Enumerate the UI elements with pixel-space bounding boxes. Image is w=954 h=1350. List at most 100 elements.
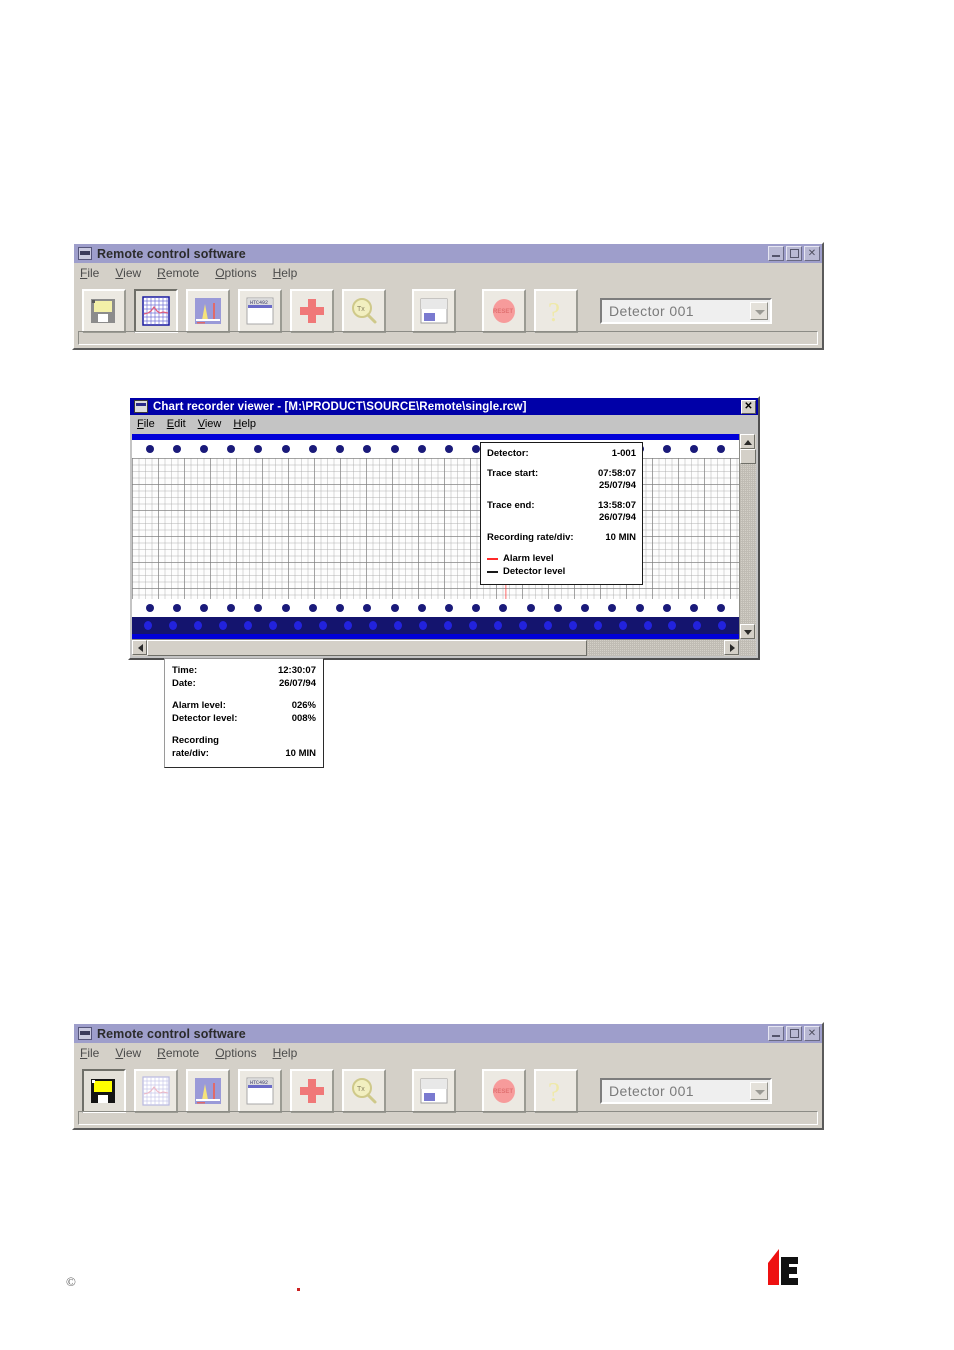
readout-rate-value: 10 MIN: [285, 748, 316, 759]
vertical-scroll-track[interactable]: [740, 449, 756, 624]
legend-spacer: [487, 460, 636, 468]
scroll-right-button[interactable]: [724, 640, 739, 655]
toolbar[interactable]: HTC492 Tx RESET ? Detector 001: [78, 285, 818, 337]
menu-bar[interactable]: File View Remote Options Help: [74, 263, 822, 283]
remote-control-window-bottom[interactable]: Remote control software ✕ File View Remo…: [72, 1022, 824, 1130]
histogram-icon: [195, 298, 221, 324]
detector-select-value: Detector 001: [609, 1083, 694, 1099]
chart-paper[interactable]: Detector: 1-001 Trace start: 07:58:07 25…: [132, 434, 739, 639]
chart-title-bar[interactable]: Chart recorder viewer - [M:\PRODUCT\SOUR…: [130, 398, 758, 415]
floppy-disk-icon: [91, 1079, 115, 1103]
scroll-down-button[interactable]: [740, 624, 755, 639]
chart-recorder-button[interactable]: [134, 289, 178, 333]
feed-hole: [344, 621, 353, 630]
scroll-up-button[interactable]: [740, 434, 755, 449]
legend-trace-start-time: 07:58:07: [597, 468, 636, 479]
magnifier-tx-icon: Tx: [352, 1078, 377, 1104]
chart-feed-band: [132, 617, 739, 634]
menu-item-help[interactable]: Help: [273, 1046, 298, 1060]
detector-select[interactable]: Detector 001: [600, 298, 772, 324]
feed-hole: [144, 621, 153, 630]
reset-button[interactable]: RESET: [482, 1069, 526, 1113]
vertical-scroll-thumb[interactable]: [740, 449, 756, 464]
menu-item-help[interactable]: Help: [273, 266, 298, 280]
menu-item-view[interactable]: View: [198, 418, 222, 430]
sprocket-hole: [662, 604, 671, 612]
sprocket-hole: [281, 445, 290, 453]
transmit-search-button[interactable]: Tx: [342, 289, 386, 333]
reset-button[interactable]: RESET: [482, 289, 526, 333]
detector-color-swatch: [487, 570, 498, 573]
title-bar[interactable]: Remote control software ✕: [74, 1024, 822, 1043]
menu-item-view[interactable]: View: [115, 1046, 141, 1060]
close-button[interactable]: ✕: [804, 246, 820, 261]
event-list-button[interactable]: HTC492: [238, 289, 282, 333]
menu-item-remote[interactable]: Remote: [157, 1046, 199, 1060]
sprocket-hole: [390, 604, 399, 612]
floppy-disk-icon: [91, 299, 115, 323]
feed-hole: [568, 621, 577, 630]
detector-select[interactable]: Detector 001: [600, 1078, 772, 1104]
legend-trace-start-date: 25/07/94: [599, 480, 636, 491]
chart-menu-bar[interactable]: File Edit View Help: [130, 415, 758, 432]
save-button[interactable]: [82, 1069, 126, 1113]
maximize-button[interactable]: [786, 1026, 802, 1041]
readout-spacer: [172, 690, 316, 699]
chart-close-button[interactable]: ✕: [741, 399, 756, 414]
sprocket-hole: [689, 445, 698, 453]
scroll-left-button[interactable]: [132, 640, 147, 655]
window-controls[interactable]: ✕: [768, 246, 820, 261]
window-controls[interactable]: ✕: [768, 1026, 820, 1041]
help-button[interactable]: ?: [534, 289, 578, 333]
histogram-button[interactable]: [186, 289, 230, 333]
chart-grid-icon: [142, 296, 170, 326]
chart-recorder-window[interactable]: Chart recorder viewer - [M:\PRODUCT\SOUR…: [128, 396, 760, 660]
toolbar[interactable]: HTC492 Tx RESET ? Detector 001: [78, 1065, 818, 1117]
panel-button[interactable]: [412, 289, 456, 333]
magnifier-tx-icon: Tx: [352, 298, 377, 324]
maximize-button[interactable]: [786, 246, 802, 261]
minimize-button[interactable]: [768, 1026, 784, 1041]
close-button[interactable]: ✕: [804, 1026, 820, 1041]
event-list-button[interactable]: HTC492: [238, 1069, 282, 1113]
close-icon: ✕: [807, 248, 817, 259]
remote-control-window-top[interactable]: Remote control software ✕ File View Remo…: [72, 242, 824, 350]
feed-hole: [319, 621, 328, 630]
minimize-button[interactable]: [768, 246, 784, 261]
help-button[interactable]: ?: [534, 1069, 578, 1113]
sprocket-hole: [717, 445, 726, 453]
title-bar[interactable]: Remote control software ✕: [74, 244, 822, 263]
menu-item-edit[interactable]: Edit: [167, 418, 186, 430]
readout-detector-row: Detector level: 008%: [172, 712, 316, 725]
horizontal-scrollbar[interactable]: [132, 639, 739, 656]
menu-item-help[interactable]: Help: [233, 418, 256, 430]
sprocket-hole: [363, 445, 372, 453]
menu-item-view[interactable]: View: [115, 266, 141, 280]
chevron-down-icon[interactable]: [750, 302, 768, 320]
question-mark-icon: ?: [548, 297, 560, 326]
feed-hole: [718, 621, 727, 630]
add-detector-button[interactable]: [290, 289, 334, 333]
close-icon: ✕: [744, 400, 753, 412]
menu-item-file[interactable]: File: [137, 418, 155, 430]
menu-item-options[interactable]: Options: [215, 1046, 256, 1060]
panel-window-icon: [420, 298, 448, 324]
legend-key-detector: Detector level: [487, 565, 636, 578]
horizontal-scroll-thumb[interactable]: [147, 640, 587, 656]
sprocket-hole: [200, 604, 209, 612]
menu-item-file[interactable]: File: [80, 1046, 99, 1060]
vertical-scrollbar[interactable]: [739, 434, 756, 639]
menu-item-remote[interactable]: Remote: [157, 266, 199, 280]
page-marker-dot: [297, 1288, 300, 1291]
chevron-down-icon[interactable]: [750, 1082, 768, 1100]
menu-bar[interactable]: File View Remote Options Help: [74, 1043, 822, 1063]
add-detector-button[interactable]: [290, 1069, 334, 1113]
save-button[interactable]: [82, 289, 126, 333]
menu-item-file[interactable]: File: [80, 266, 99, 280]
histogram-button[interactable]: [186, 1069, 230, 1113]
chart-recorder-button[interactable]: [134, 1069, 178, 1113]
transmit-search-button[interactable]: Tx: [342, 1069, 386, 1113]
menu-item-options[interactable]: Options: [215, 266, 256, 280]
panel-button[interactable]: [412, 1069, 456, 1113]
feed-hole: [618, 621, 627, 630]
